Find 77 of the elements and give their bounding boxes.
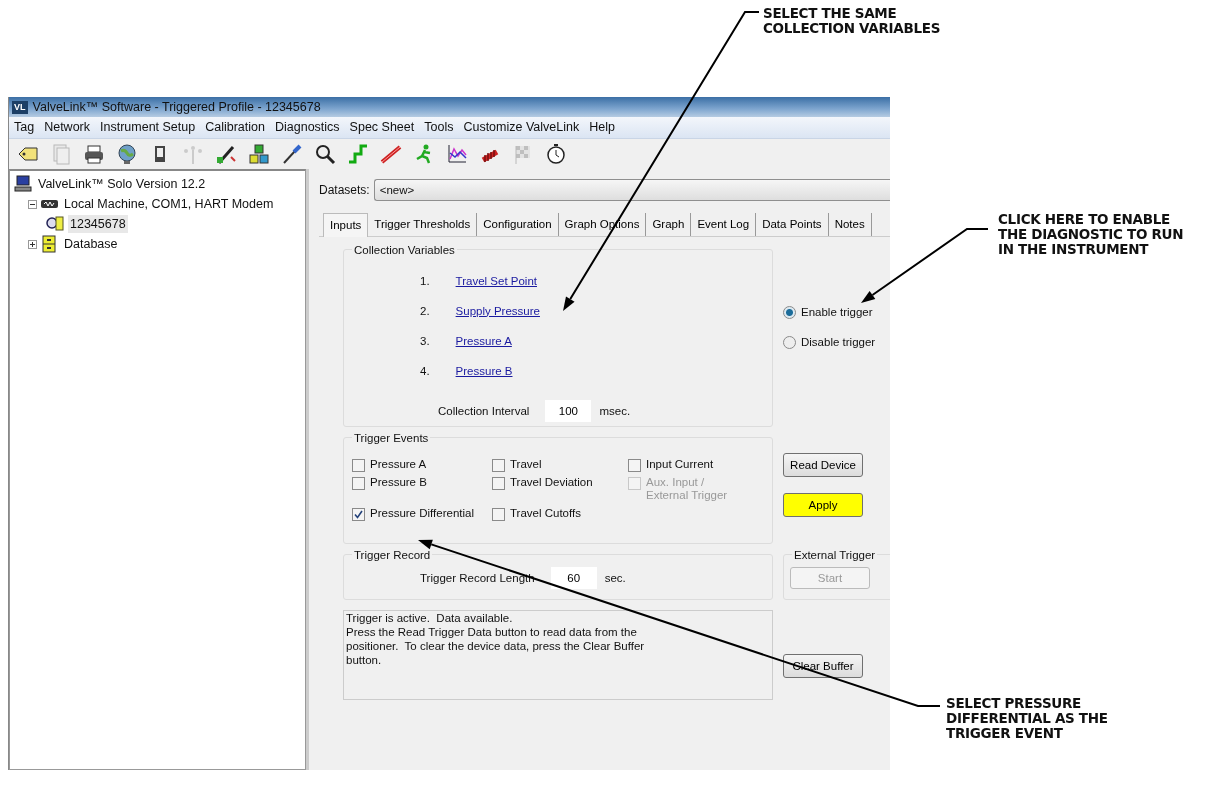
blocks-icon[interactable] bbox=[248, 143, 270, 165]
printer-icon[interactable] bbox=[83, 143, 105, 165]
checkbox[interactable] bbox=[352, 459, 365, 473]
radio-label: Disable trigger bbox=[801, 334, 876, 350]
variable-link[interactable]: Supply Pressure bbox=[455, 302, 540, 320]
unit-label: sec. bbox=[604, 570, 626, 586]
checkbox-label: Travel Deviation bbox=[510, 476, 593, 490]
menu-item[interactable]: Calibration bbox=[200, 118, 270, 137]
checkbox-label: Pressure A bbox=[370, 458, 427, 472]
checkbox-label: Travel bbox=[510, 458, 542, 472]
tree-item[interactable]: ValveLink™ Solo Version 12.2 bbox=[36, 174, 208, 194]
datasets-dropdown[interactable]: <new> bbox=[373, 179, 890, 201]
list-number: 3. bbox=[420, 333, 430, 349]
menu-item[interactable]: Instrument Setup bbox=[95, 118, 201, 137]
tab[interactable]: Configuration bbox=[477, 213, 559, 237]
tab[interactable]: Trigger Thresholds bbox=[368, 213, 478, 237]
ramp-icon[interactable] bbox=[380, 143, 402, 165]
checkbox-label: Pressure B bbox=[370, 476, 427, 490]
checkbox[interactable] bbox=[492, 459, 505, 473]
callout-text: SELECT PRESSURE DIFFERENTIAL AS THE TRIGGER EVENT bbox=[946, 696, 1108, 741]
radio-label: Enable trigger bbox=[801, 304, 873, 320]
list-number: 4. bbox=[420, 363, 430, 379]
message-text: Trigger is active. Data available. Press the Read Trigger Data button to read data from the positioner. To clear the device data, press the Clear Buffer button. bbox=[343, 610, 773, 701]
variable-link[interactable]: Pressure A bbox=[455, 332, 512, 350]
tab[interactable]: Notes bbox=[828, 213, 872, 237]
menu-item[interactable]: Spec Sheet bbox=[344, 118, 420, 137]
checkbox[interactable] bbox=[352, 477, 365, 491]
tree-item[interactable]: 12345678 bbox=[68, 214, 128, 234]
app-logo: VL bbox=[12, 100, 28, 114]
wand-icon[interactable] bbox=[215, 143, 237, 165]
checkbox[interactable] bbox=[352, 507, 365, 521]
stopwatch-icon[interactable] bbox=[545, 143, 567, 165]
record-length-field[interactable]: 60 bbox=[550, 567, 597, 590]
menu-item[interactable]: Diagnostics bbox=[269, 118, 345, 137]
variable-link[interactable]: Travel Set Point bbox=[455, 272, 537, 290]
screwdriver-icon[interactable] bbox=[281, 143, 303, 165]
tab[interactable]: Graph bbox=[646, 213, 692, 237]
radio-button[interactable] bbox=[783, 305, 796, 319]
callout-text: CLICK HERE TO ENABLE THE DIAGNOSTIC TO RUN IN THE INSTRUMENT bbox=[998, 212, 1184, 257]
tree-item[interactable]: Database bbox=[62, 234, 120, 254]
step-icon[interactable] bbox=[347, 143, 369, 165]
menu-item[interactable]: Help bbox=[584, 118, 620, 137]
unit-label: msec. bbox=[599, 403, 631, 419]
expand-icon[interactable] bbox=[28, 239, 37, 249]
tab[interactable]: Inputs bbox=[323, 213, 369, 238]
radio-button[interactable] bbox=[783, 335, 796, 349]
collapse-icon[interactable] bbox=[28, 199, 37, 209]
checkbox-label: Travel Cutoffs bbox=[510, 506, 581, 520]
tab[interactable]: Data Points bbox=[756, 213, 829, 237]
tree-item[interactable]: Local Machine, COM1, HART Modem bbox=[62, 194, 276, 214]
checkbox-label: Pressure Differential bbox=[370, 506, 474, 520]
callout-text: SELECT THE SAME COLLECTION VARIABLES bbox=[763, 6, 941, 36]
field-label: Collection Interval bbox=[438, 403, 530, 419]
search-icon[interactable] bbox=[314, 143, 336, 165]
checkbox[interactable] bbox=[628, 459, 641, 473]
menu-item[interactable]: Customize ValveLink bbox=[458, 118, 585, 137]
checkbox-label: Input Current bbox=[646, 458, 714, 472]
menu-item[interactable]: Tag bbox=[9, 118, 40, 137]
interval-field[interactable]: 100 bbox=[545, 400, 592, 423]
list-number: 2. bbox=[420, 303, 430, 319]
window-title: ValveLink™ Software - Triggered Profile - 12345678 bbox=[32, 98, 321, 116]
line-chart-icon[interactable] bbox=[446, 143, 468, 165]
action-button[interactable]: Apply bbox=[783, 493, 863, 518]
list-number: 1. bbox=[420, 273, 430, 289]
computer-icon bbox=[14, 175, 33, 193]
action-button[interactable]: Read Device bbox=[783, 453, 863, 478]
variable-link[interactable]: Pressure B bbox=[455, 362, 513, 380]
globe-icon[interactable] bbox=[116, 143, 138, 165]
checkbox[interactable] bbox=[492, 477, 505, 491]
field-label: Datasets: bbox=[319, 182, 370, 199]
checkbox[interactable] bbox=[492, 507, 505, 521]
menu-item[interactable]: Tools bbox=[419, 118, 459, 137]
instrument-icon bbox=[46, 215, 65, 233]
menu-item[interactable]: Network bbox=[39, 118, 95, 137]
checkbox-label: Aux. Input / External Trigger bbox=[646, 476, 728, 503]
file-cabinet-icon bbox=[40, 235, 59, 253]
tab[interactable]: Event Log bbox=[691, 213, 757, 237]
